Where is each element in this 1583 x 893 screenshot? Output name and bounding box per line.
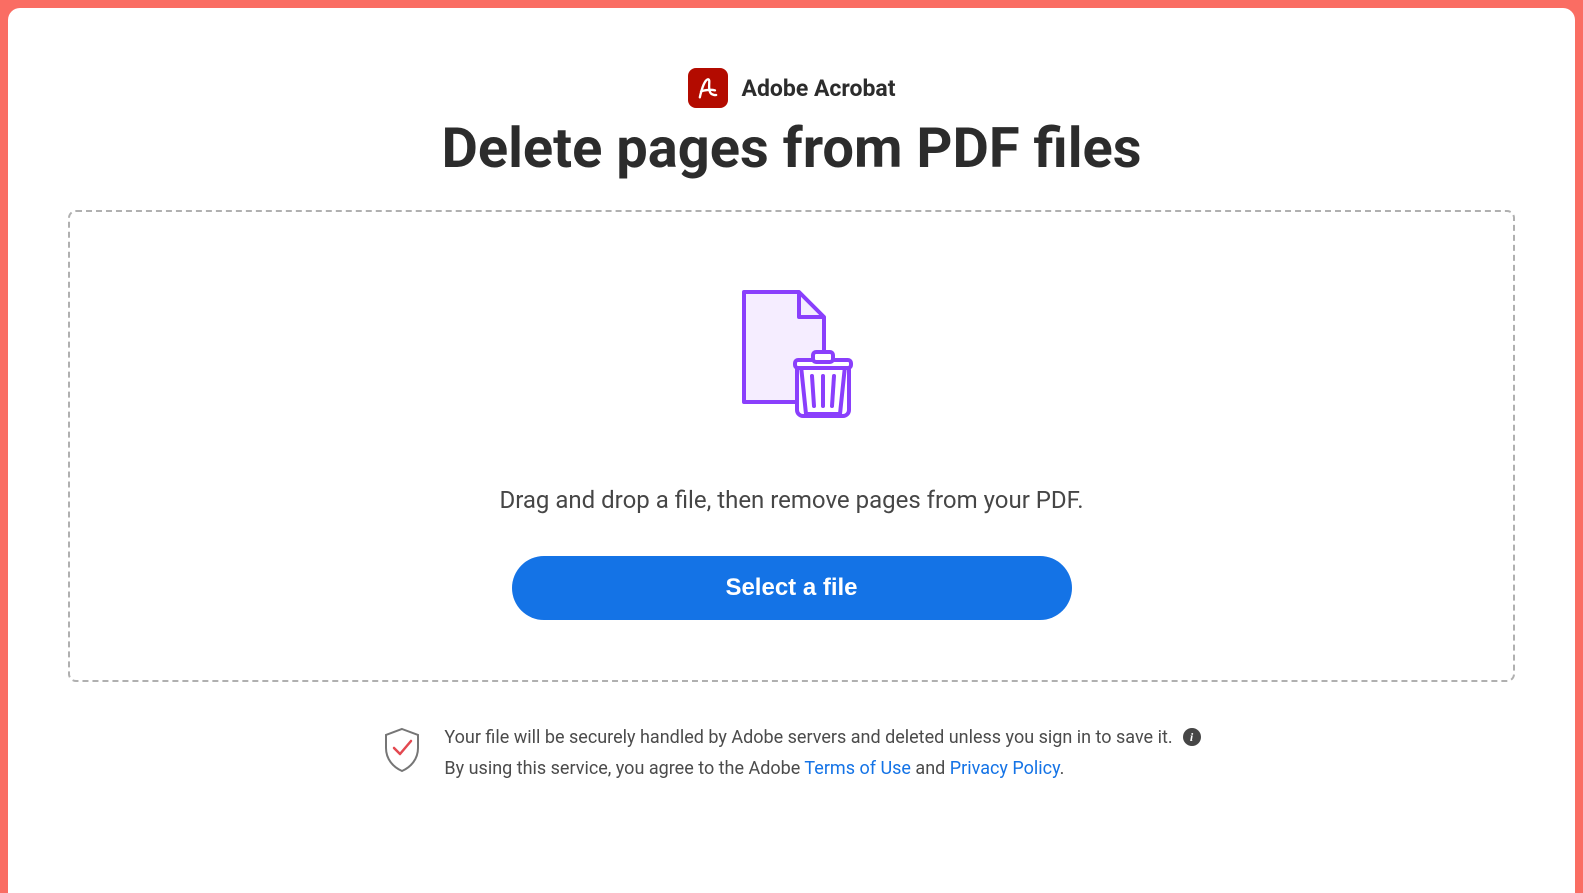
header-section: Adobe Acrobat Delete pages from PDF file… [48,68,1535,180]
agreement-and: and [911,758,950,779]
file-trash-icon [729,287,854,426]
acrobat-logo-icon [688,68,728,108]
agreement-prefix: By using this service, you agree to the … [444,758,804,779]
brand-row: Adobe Acrobat [48,68,1535,108]
security-text: Your file will be securely handled by Ad… [444,722,1172,754]
file-dropzone[interactable]: Drag and drop a file, then remove pages … [68,210,1515,682]
footer-section: Your file will be securely handled by Ad… [48,722,1535,785]
footer-agreement-line: By using this service, you agree to the … [444,753,1200,785]
select-file-button[interactable]: Select a file [512,556,1072,620]
footer-text: Your file will be securely handled by Ad… [444,722,1200,785]
footer-security-line: Your file will be securely handled by Ad… [444,722,1200,754]
agreement-suffix: . [1060,758,1065,779]
info-icon[interactable]: i [1183,728,1201,746]
page-title: Delete pages from PDF files [48,118,1535,180]
brand-name: Adobe Acrobat [742,75,896,102]
shield-icon [382,726,422,778]
main-container: Adobe Acrobat Delete pages from PDF file… [8,8,1575,893]
dropzone-instruction: Drag and drop a file, then remove pages … [499,486,1083,514]
terms-of-use-link[interactable]: Terms of Use [804,758,911,779]
privacy-policy-link[interactable]: Privacy Policy [950,758,1060,779]
